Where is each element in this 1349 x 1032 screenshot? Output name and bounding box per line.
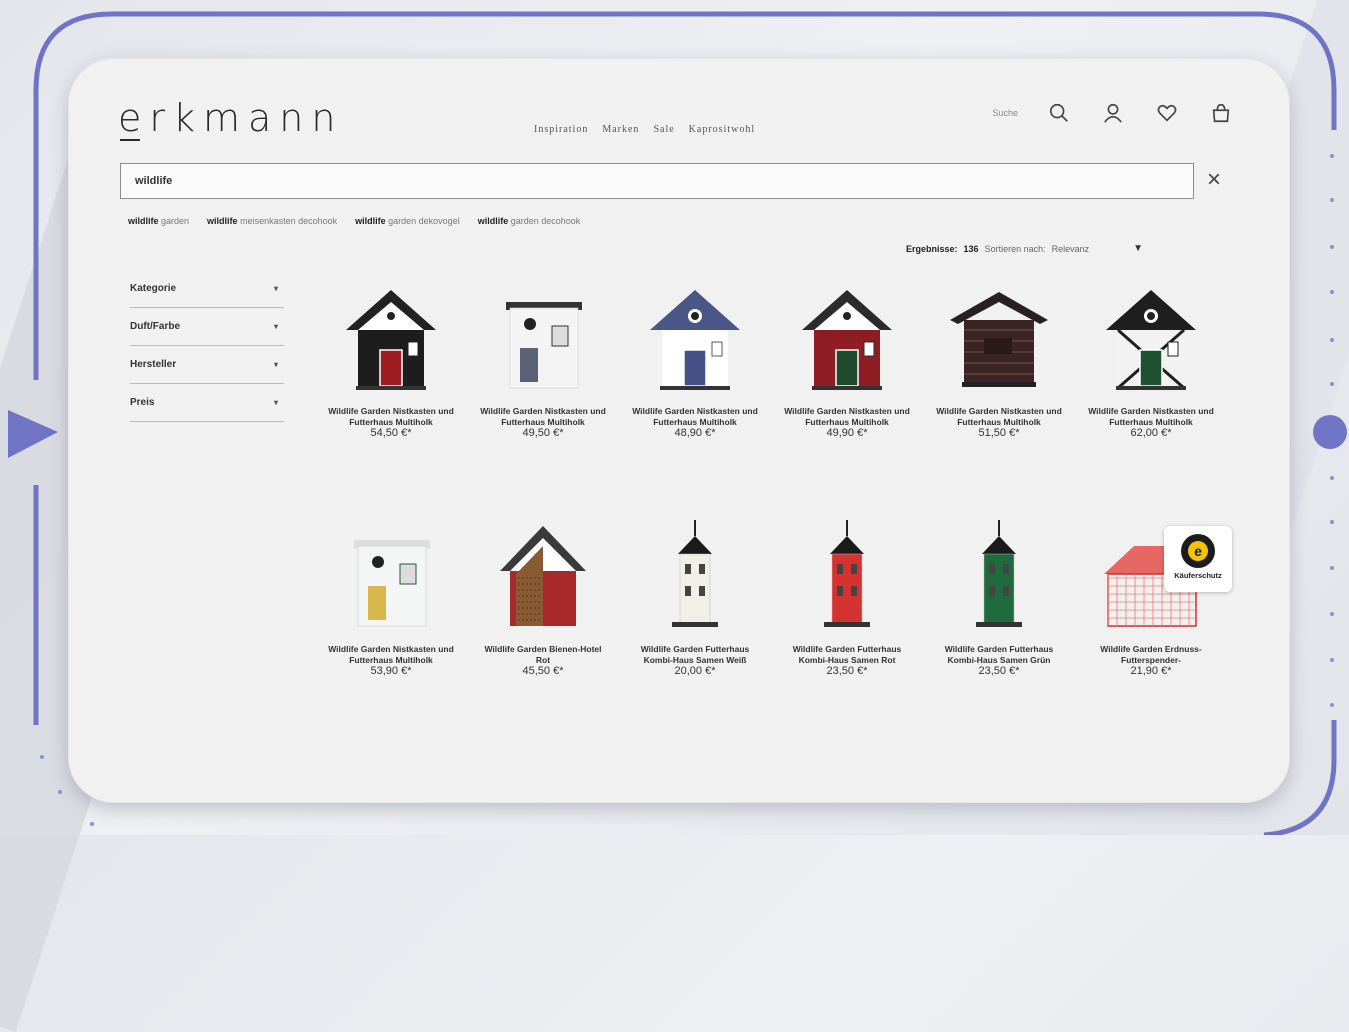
product-image[interactable] [1096, 278, 1206, 398]
chevron-down-icon: ▾ [273, 360, 278, 369]
product-image[interactable] [792, 278, 902, 398]
suggestion-item[interactable]: wildlife garden [128, 216, 189, 226]
product-title[interactable]: Wildlife Garden Nistkasten und Futterhau… [782, 406, 912, 428]
suggestion-item[interactable]: wildlife garden decohook [478, 216, 581, 226]
product-card[interactable]: Wildlife Garden Futterhaus Kombi-Haus Sa… [630, 516, 760, 677]
product-price: 54,50 €* [370, 427, 412, 439]
product-price: 23,50 €* [826, 665, 868, 677]
product-card[interactable]: Wildlife Garden Nistkasten und Futterhau… [326, 278, 456, 439]
product-price: 62,00 €* [1130, 427, 1172, 439]
trusted-shop-badge[interactable]: e Käuferschutz [1164, 526, 1232, 592]
results-bar: Ergebnisse: 136 Sortieren nach: Relevanz… [906, 243, 1143, 254]
product-title[interactable]: Wildlife Garden Nistkasten und Futterhau… [630, 406, 760, 428]
browser-screen: erkmann Inspiration Marken Sale Kaprosit… [68, 58, 1290, 803]
product-price: 48,90 €* [674, 427, 716, 439]
sort-select[interactable]: Relevanz [1052, 244, 1090, 254]
suggestion-item[interactable]: wildlife meisenkasten decohook [207, 216, 337, 226]
product-image[interactable] [488, 516, 598, 636]
product-card[interactable]: Wildlife Garden Nistkasten und Futterhau… [478, 278, 608, 439]
search-icon[interactable] [1046, 100, 1072, 126]
product-title[interactable]: Wildlife Garden Futterhaus Kombi-Haus Sa… [782, 644, 912, 666]
product-card[interactable]: Wildlife Garden Nistkasten und Futterhau… [782, 278, 912, 439]
product-price: 49,50 €* [522, 427, 564, 439]
product-image[interactable] [792, 516, 902, 636]
logo-underline [120, 139, 140, 141]
product-title[interactable]: Wildlife Garden Futterhaus Kombi-Haus Sa… [934, 644, 1064, 666]
chevron-down-icon: ▾ [273, 284, 278, 293]
nav-item-sale[interactable]: Sale [653, 124, 674, 135]
nav-item-inspiration[interactable]: Inspiration [534, 124, 588, 135]
nav-item-kaprositwohl[interactable]: Kaprositwohl [689, 124, 755, 135]
product-card[interactable]: Wildlife Garden Nistkasten und Futterhau… [1086, 278, 1216, 439]
product-title[interactable]: Wildlife Garden Nistkasten und Futterhau… [326, 406, 456, 428]
product-price: 53,90 €* [370, 665, 412, 677]
nav-item-marken[interactable]: Marken [602, 124, 639, 135]
product-image[interactable] [944, 278, 1054, 398]
product-card[interactable]: Wildlife Garden Futterhaus Kombi-Haus Sa… [782, 516, 912, 677]
product-card[interactable]: Wildlife Garden Nistkasten und Futterhau… [630, 278, 760, 439]
trust-seal-icon: e [1181, 534, 1215, 568]
badge-label: Käuferschutz [1174, 571, 1222, 580]
filter-sidebar: Kategorie ▾ Duft/Farbe ▾ Hersteller ▾ Preis… [130, 270, 284, 422]
product-price: 21,90 €* [1130, 665, 1172, 677]
filter-preis[interactable]: Preis ▾ [130, 384, 284, 422]
results-count: 136 [963, 243, 979, 254]
product-title[interactable]: Wildlife Garden Futterhaus Kombi-Haus Sa… [630, 644, 760, 666]
product-image[interactable] [640, 516, 750, 636]
main-nav: Inspiration Marken Sale Kaprositwohl [534, 124, 755, 135]
search-input[interactable]: wildlife [120, 163, 1194, 199]
filter-kategorie[interactable]: Kategorie ▾ [130, 270, 284, 308]
product-title[interactable]: Wildlife Garden Nistkasten und Futterhau… [1086, 406, 1216, 428]
product-price: 45,50 €* [522, 665, 564, 677]
product-title[interactable]: Wildlife Garden Nistkasten und Futterhau… [326, 644, 456, 666]
search-input-value: wildlife [135, 175, 173, 187]
product-price: 23,50 €* [978, 665, 1020, 677]
product-price: 51,50 €* [978, 427, 1020, 439]
product-title[interactable]: Wildlife Garden Bienen-Hotel Rot [478, 644, 608, 666]
close-icon[interactable]: × [1202, 168, 1226, 192]
filter-hersteller[interactable]: Hersteller ▾ [130, 346, 284, 384]
chevron-down-icon[interactable]: ▼ [1133, 243, 1143, 254]
product-title[interactable]: Wildlife Garden Erdnuss-Futterspender- [1086, 644, 1216, 666]
product-card[interactable]: Wildlife Garden Nistkasten und Futterhau… [326, 516, 456, 677]
header-tools: Suche [992, 100, 1234, 126]
product-image[interactable] [336, 278, 446, 398]
search-suggestions: wildlife garden wildlife meisenkasten de… [128, 216, 580, 226]
search-label[interactable]: Suche [992, 108, 1018, 118]
product-title[interactable]: Wildlife Garden Nistkasten und Futterhau… [478, 406, 608, 428]
chevron-down-icon: ▾ [273, 322, 278, 331]
user-icon[interactable] [1100, 100, 1126, 126]
product-image[interactable] [488, 278, 598, 398]
brand-logo[interactable]: erkmann [118, 96, 343, 140]
product-card[interactable]: Wildlife Garden Nistkasten und Futterhau… [934, 278, 1064, 439]
product-image[interactable] [944, 516, 1054, 636]
cart-icon[interactable] [1208, 100, 1234, 126]
filter-duft-farbe[interactable]: Duft/Farbe ▾ [130, 308, 284, 346]
results-label: Ergebnisse: [906, 243, 958, 254]
product-image[interactable] [640, 278, 750, 398]
product-price: 49,90 €* [826, 427, 868, 439]
heart-icon[interactable] [1154, 100, 1180, 126]
product-card[interactable]: Wildlife Garden Futterhaus Kombi-Haus Sa… [934, 516, 1064, 677]
suggestion-item[interactable]: wildlife garden dekovogel [355, 216, 460, 226]
product-image[interactable] [336, 516, 446, 636]
product-title[interactable]: Wildlife Garden Nistkasten und Futterhau… [934, 406, 1064, 428]
chevron-down-icon: ▾ [273, 398, 278, 407]
product-price: 20,00 €* [674, 665, 716, 677]
product-card[interactable]: Wildlife Garden Bienen-Hotel Rot 45,50 €… [478, 516, 608, 677]
sort-label: Sortieren nach: [984, 243, 1046, 254]
